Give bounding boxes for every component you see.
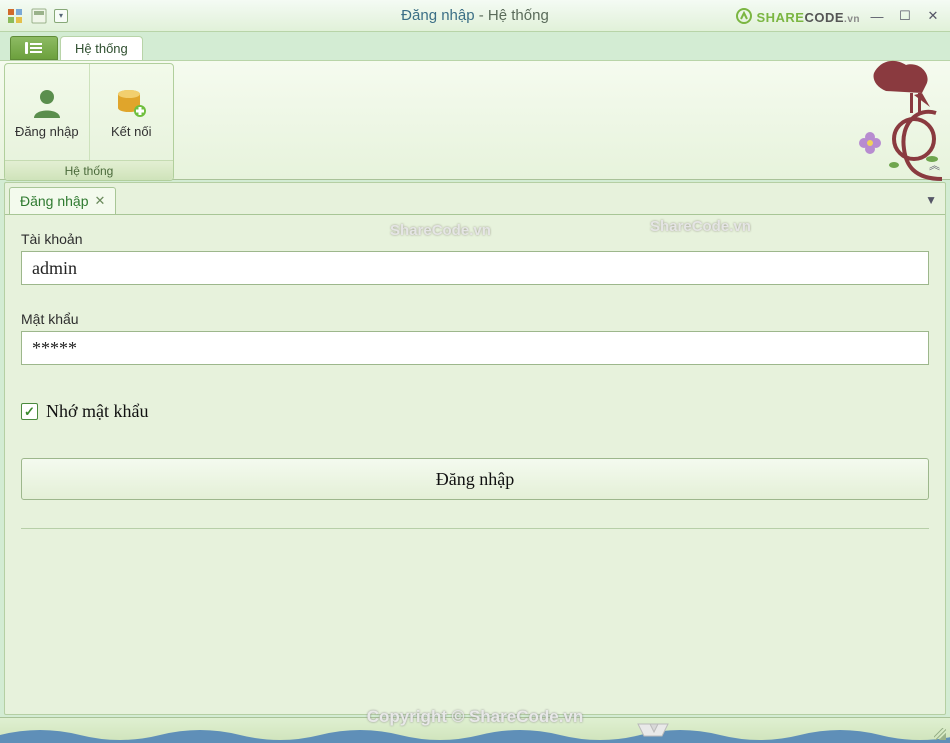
ribbon-tab-strip: Hệ thống	[0, 32, 950, 60]
remember-checkbox[interactable]: ✓	[21, 403, 38, 420]
ribbon-button-label: Kết nối	[111, 124, 151, 139]
status-bar	[0, 717, 950, 743]
bird-branch-decoration	[814, 47, 944, 187]
username-input[interactable]	[21, 251, 929, 285]
document-tab-login[interactable]: Đăng nhập ✕	[9, 187, 116, 214]
remember-label: Nhớ mật khẩu	[46, 401, 149, 422]
username-label: Tài khoản	[21, 231, 929, 247]
window-title-emph: Đăng nhập	[401, 7, 474, 24]
boat-icon	[636, 720, 670, 740]
app-icon	[6, 7, 24, 25]
user-icon	[29, 86, 65, 120]
remember-row: ✓ Nhớ mật khẩu	[21, 401, 929, 422]
file-menu-button[interactable]	[10, 36, 58, 60]
ribbon: Đăng nhập Kết nối Hệ thống ︽	[0, 60, 950, 180]
ribbon-button-connect[interactable]: Kết nối	[90, 64, 174, 160]
divider	[21, 528, 929, 529]
tab-close-icon[interactable]: ✕	[95, 193, 106, 209]
ribbon-collapse-icon[interactable]: ︽	[929, 157, 940, 173]
ribbon-tab-label: Hệ thống	[75, 41, 128, 56]
sharecode-logo: SHARECODE.vn	[736, 8, 860, 25]
document-tab-label: Đăng nhập	[20, 193, 89, 209]
document-tab-strip: Đăng nhập ✕ ▼	[5, 183, 945, 215]
ribbon-button-label: Đăng nhập	[15, 124, 79, 139]
login-button[interactable]: Đăng nhập	[21, 458, 929, 500]
wave-decoration	[0, 721, 950, 743]
document-tabs-dropdown-icon[interactable]: ▼	[925, 193, 937, 207]
quick-save-icon[interactable]	[30, 7, 48, 25]
login-button-label: Đăng nhập	[436, 469, 514, 489]
password-input[interactable]	[21, 331, 929, 365]
ribbon-group-system: Đăng nhập Kết nối Hệ thống	[4, 63, 174, 181]
login-form: Tài khoản Mật khẩu ✓ Nhớ mật khẩu Đăng n…	[5, 215, 945, 529]
quick-access-dropdown-icon[interactable]: ▾	[54, 9, 68, 23]
quick-access-toolbar: ▾	[0, 7, 68, 25]
minimize-button[interactable]: —	[866, 7, 888, 25]
password-label: Mật khẩu	[21, 311, 929, 327]
database-plus-icon	[113, 86, 149, 120]
resize-grip[interactable]	[934, 728, 946, 740]
ribbon-button-login[interactable]: Đăng nhập	[5, 64, 90, 160]
close-button[interactable]: ✕	[922, 7, 944, 25]
title-bar: ▾ Đăng nhập - Hệ thống SHARECODE.vn — ☐ …	[0, 0, 950, 32]
ribbon-tab-system[interactable]: Hệ thống	[60, 36, 143, 60]
maximize-button[interactable]: ☐	[894, 7, 916, 25]
ribbon-group-caption: Hệ thống	[5, 160, 173, 180]
content-area: Đăng nhập ✕ ▼ Tài khoản Mật khẩu ✓ Nhớ m…	[4, 182, 946, 715]
